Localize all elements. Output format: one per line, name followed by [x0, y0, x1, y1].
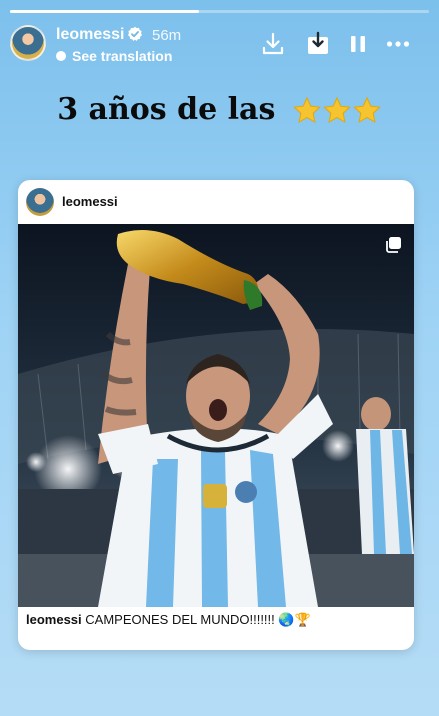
story-header: leomessi 56m See translation: [10, 22, 429, 68]
story-headline: 3 años de las: [0, 92, 439, 127]
post-photo[interactable]: [18, 224, 414, 607]
pause-button[interactable]: [344, 30, 372, 58]
post-username[interactable]: leomessi: [62, 194, 118, 209]
shared-post-card[interactable]: leomessi leomessi CAMPEONES DEL MUNDO!!!…: [18, 180, 414, 650]
three-stars-icon: [292, 96, 381, 123]
headline-text: 3 años de las: [57, 92, 276, 127]
download-icon: [262, 32, 284, 55]
post-avatar[interactable]: [26, 188, 54, 216]
multi-photo-icon: [386, 237, 401, 253]
pause-icon: [351, 36, 365, 52]
caption-emoji: 🌏🏆: [278, 612, 311, 627]
more-options-button[interactable]: [384, 30, 412, 58]
see-translation-button[interactable]: See translation: [56, 48, 172, 64]
caption-username[interactable]: leomessi: [26, 612, 82, 627]
see-translation-label: See translation: [72, 48, 173, 64]
story-progress-bar: [10, 10, 429, 13]
story-username[interactable]: leomessi: [56, 26, 124, 44]
post-caption: leomessi CAMPEONES DEL MUNDO!!!!!!! 🌏🏆: [26, 612, 406, 628]
more-icon: [386, 41, 410, 47]
profile-avatar[interactable]: [10, 25, 46, 61]
story-progress-fill: [10, 10, 199, 13]
story-time: 56m: [152, 27, 182, 44]
verified-icon: [128, 26, 142, 41]
post-photo-image: [18, 224, 414, 607]
translate-icon: [56, 51, 66, 61]
post-header: leomessi: [18, 180, 414, 224]
caption-text: CAMPEONES DEL MUNDO!!!!!!!: [85, 612, 275, 627]
save-to-collection-button[interactable]: [304, 30, 332, 58]
download-button[interactable]: [259, 30, 287, 58]
save-to-collection-icon: [308, 31, 328, 54]
